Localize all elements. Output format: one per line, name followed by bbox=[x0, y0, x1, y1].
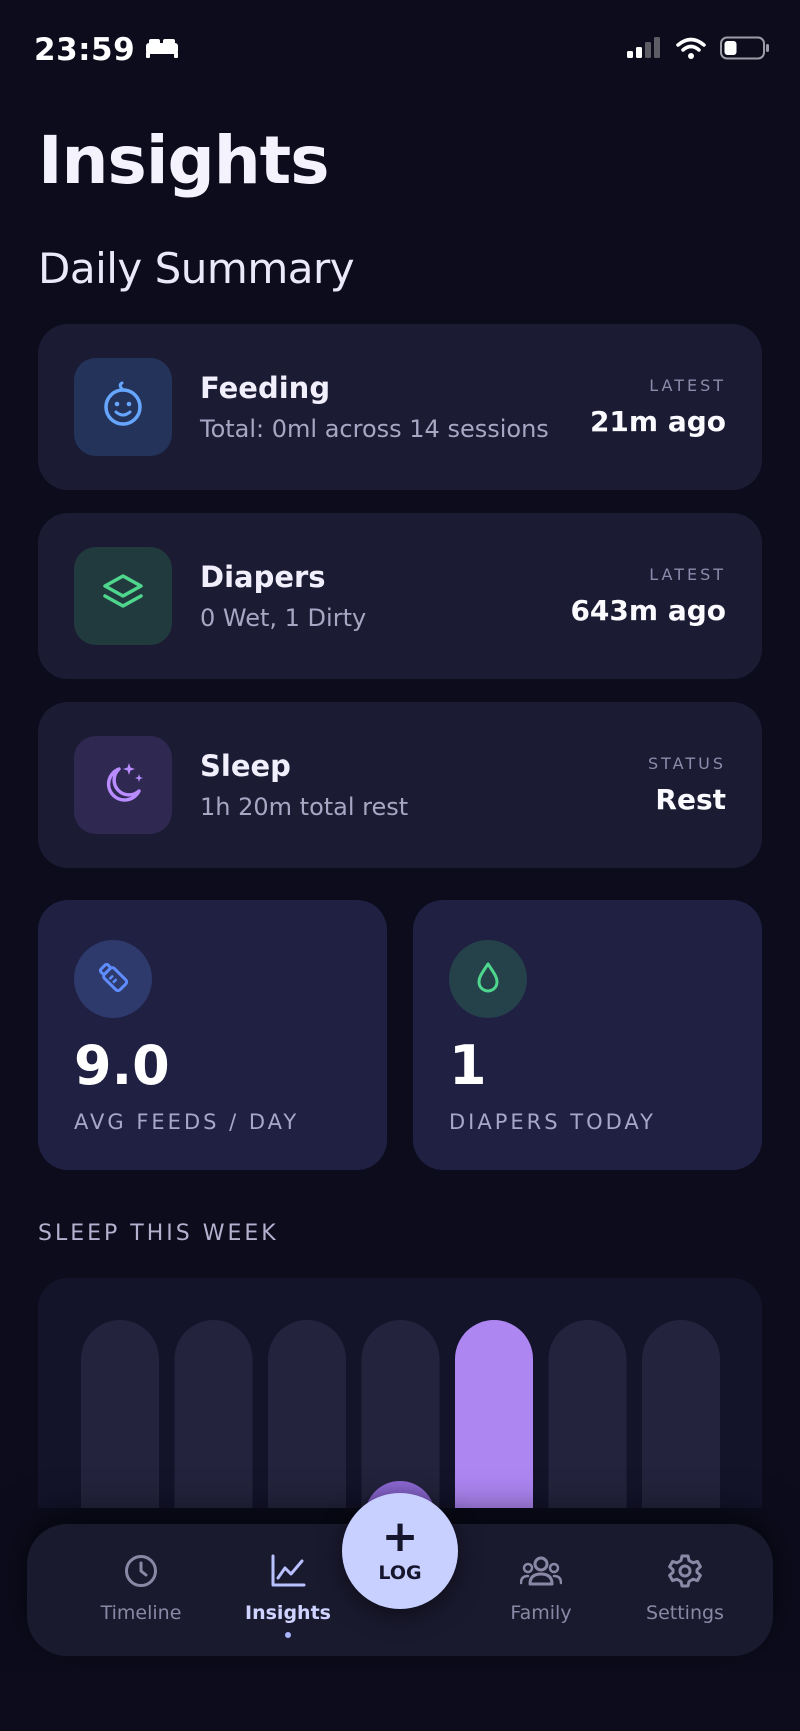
active-indicator-dot bbox=[285, 1632, 291, 1638]
wifi-icon bbox=[676, 37, 706, 63]
feeding-latest-label: LATEST bbox=[649, 376, 726, 395]
bed-icon bbox=[145, 37, 179, 63]
avg-feeds-label: AVG FEEDS / DAY bbox=[74, 1110, 300, 1134]
nav-label-insights: Insights bbox=[245, 1602, 331, 1624]
sleep-bar-4 bbox=[361, 1320, 440, 1508]
nav-item-insights[interactable]: Insights bbox=[218, 1524, 358, 1656]
avg-feeds-value: 9.0 bbox=[74, 1034, 170, 1097]
sleep-title: Sleep bbox=[200, 749, 291, 783]
nav-item-family[interactable]: Family bbox=[471, 1524, 611, 1656]
insights-screen: 23:59 Insights Daily Summary Feeding Tot… bbox=[0, 0, 800, 1731]
sleep-bar-5 bbox=[455, 1320, 533, 1508]
diapers-latest: LATEST 643m ago bbox=[570, 565, 726, 627]
sleep-bar-2 bbox=[174, 1320, 253, 1508]
diapers-latest-label: LATEST bbox=[649, 565, 726, 584]
bottle-icon bbox=[94, 958, 132, 1000]
log-label: LOG bbox=[378, 1562, 422, 1584]
sleep-bar-3 bbox=[268, 1320, 346, 1508]
nav-label-family: Family bbox=[510, 1602, 572, 1624]
status-right bbox=[626, 36, 770, 64]
sleep-chart-card bbox=[38, 1278, 762, 1508]
section-title-daily-summary: Daily Summary bbox=[38, 244, 355, 293]
status-time: 23:59 bbox=[34, 32, 136, 68]
status-left: 23:59 bbox=[34, 32, 179, 68]
page-title: Insights bbox=[38, 122, 330, 199]
diapers-today-icon-circle bbox=[449, 940, 527, 1018]
battery-icon bbox=[720, 36, 770, 64]
droplet-icon bbox=[473, 960, 503, 998]
diapers-subtitle: 0 Wet, 1 Dirty bbox=[200, 604, 367, 632]
avg-feeds-icon-circle bbox=[74, 940, 152, 1018]
status-bar: 23:59 bbox=[34, 30, 770, 70]
sleep-bar-1 bbox=[81, 1320, 159, 1508]
sleep-chart-heading: SLEEP THIS WEEK bbox=[38, 1221, 279, 1246]
moon-stars-icon bbox=[99, 759, 147, 811]
gear-icon bbox=[667, 1552, 703, 1590]
people-icon bbox=[520, 1552, 562, 1590]
feeding-subtitle: Total: 0ml across 14 sessions bbox=[200, 415, 549, 443]
feeding-summary-card[interactable]: Feeding Total: 0ml across 14 sessions LA… bbox=[38, 324, 762, 490]
sleep-icon-tile bbox=[74, 736, 172, 834]
sleep-status-label: STATUS bbox=[647, 754, 726, 773]
sleep-status: STATUS Rest bbox=[648, 754, 726, 816]
clock-icon bbox=[123, 1552, 159, 1590]
log-button[interactable]: + LOG bbox=[342, 1493, 458, 1609]
sleep-bar-7 bbox=[642, 1320, 720, 1508]
diapers-card-text: Diapers 0 Wet, 1 Dirty bbox=[200, 560, 570, 632]
cellular-signal-icon bbox=[626, 37, 662, 63]
diapers-icon-tile bbox=[74, 547, 172, 645]
diapers-today-value: 1 bbox=[449, 1034, 487, 1097]
sleep-card-text: Sleep 1h 20m total rest bbox=[200, 749, 648, 821]
home-indicator-area bbox=[0, 1671, 800, 1731]
feeding-icon-tile bbox=[74, 358, 172, 456]
plus-icon: + bbox=[381, 1511, 419, 1562]
diapers-today-label: DIAPERS TODAY bbox=[449, 1110, 656, 1134]
sleep-summary-card[interactable]: Sleep 1h 20m total rest STATUS Rest bbox=[38, 702, 762, 868]
sleep-subtitle: 1h 20m total rest bbox=[200, 793, 409, 821]
diapers-latest-value: 643m ago bbox=[570, 594, 726, 627]
diapers-summary-card[interactable]: Diapers 0 Wet, 1 Dirty LATEST 643m ago bbox=[38, 513, 762, 679]
nav-label-timeline: Timeline bbox=[100, 1602, 182, 1624]
nav-item-timeline[interactable]: Timeline bbox=[71, 1524, 211, 1656]
feeding-card-text: Feeding Total: 0ml across 14 sessions bbox=[200, 371, 590, 443]
sleep-bar-6 bbox=[548, 1320, 627, 1508]
feeding-title: Feeding bbox=[200, 371, 331, 405]
baby-face-icon bbox=[99, 381, 147, 433]
sleep-chart bbox=[81, 1320, 720, 1508]
feeding-latest: LATEST 21m ago bbox=[590, 376, 726, 438]
nav-item-settings[interactable]: Settings bbox=[615, 1524, 755, 1656]
chart-line-icon bbox=[269, 1552, 307, 1590]
diapers-title: Diapers bbox=[200, 560, 326, 594]
feeding-latest-value: 21m ago bbox=[589, 405, 726, 438]
sleep-status-value: Rest bbox=[655, 783, 726, 816]
nav-label-settings: Settings bbox=[646, 1602, 724, 1624]
layers-icon bbox=[100, 571, 146, 621]
